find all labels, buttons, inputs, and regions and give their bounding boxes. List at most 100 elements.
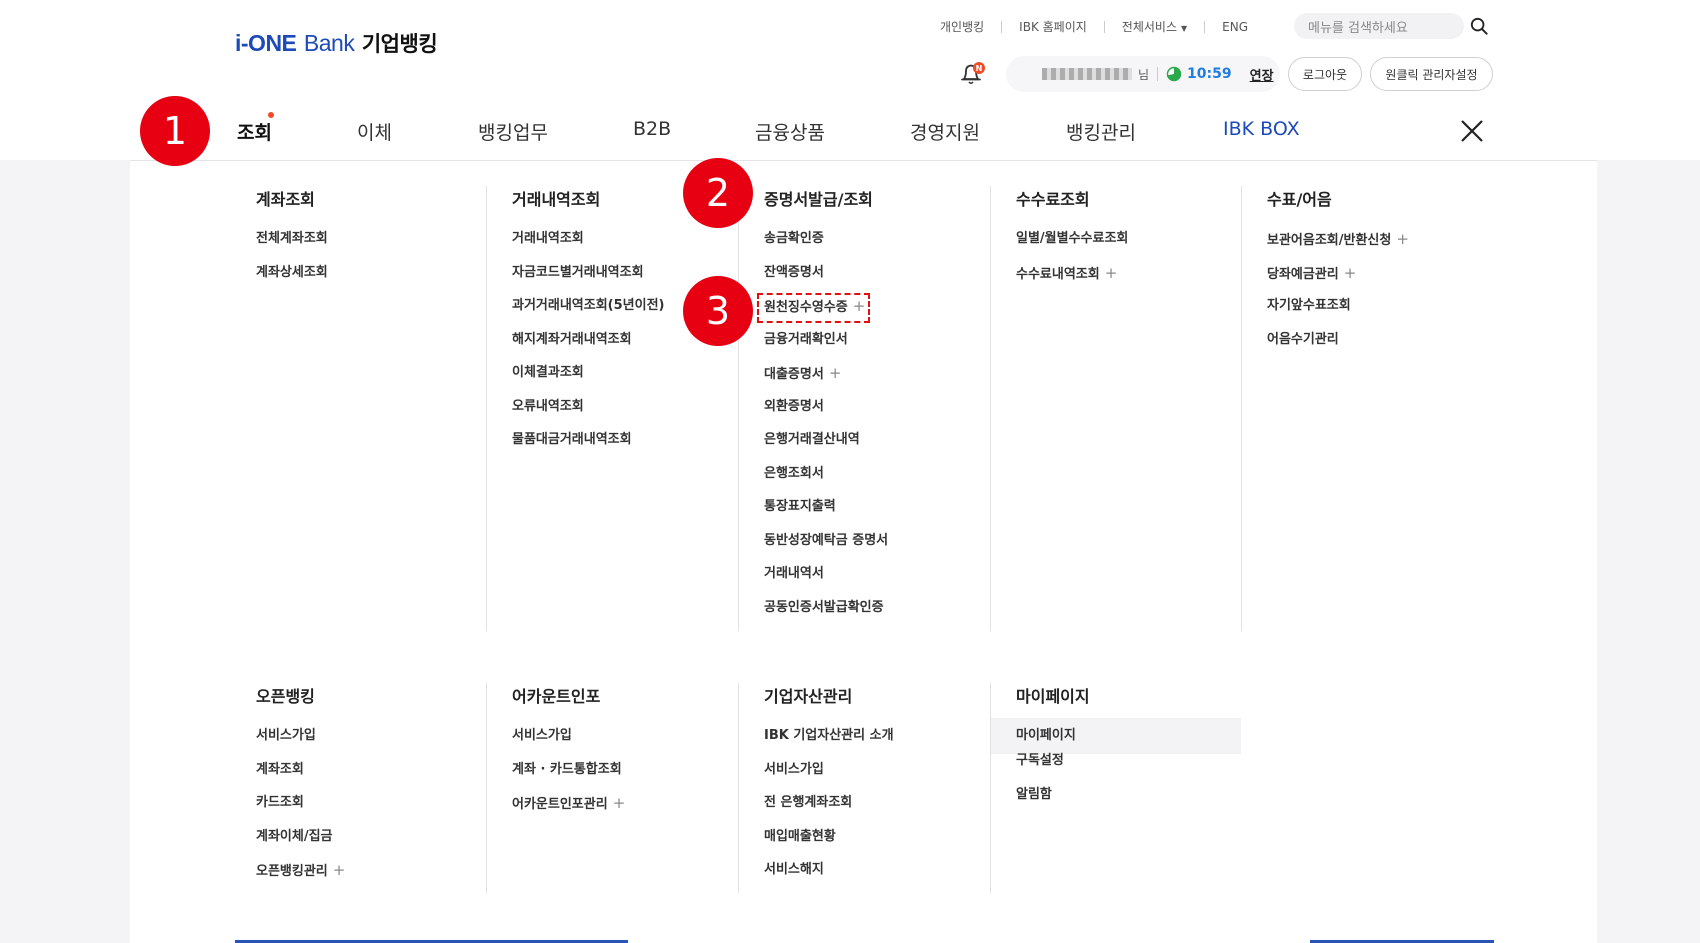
divider [1001, 20, 1003, 33]
menu-item[interactable]: 일별/월별수수료조회 [991, 230, 1241, 264]
extend-session-button[interactable]: 연장 [1250, 65, 1274, 84]
menu-item[interactable]: 전 은행계좌조회 [739, 794, 989, 828]
menu-item[interactable]: 어음수기관리 [1242, 331, 1492, 365]
menu-item[interactable]: 어카운트인포관리 + [487, 794, 737, 828]
close-icon[interactable] [1459, 118, 1485, 144]
menu-item[interactable]: 금융거래확인서 [739, 331, 989, 365]
ibk-logo[interactable]: i-ONE Bank 기업뱅킹 [235, 28, 438, 58]
gnb-ibk-box[interactable]: IBK BOX [1223, 118, 1300, 140]
menu-item[interactable]: 계좌 · 카드통합조회 [487, 761, 737, 795]
logo-ione: i-ONE [235, 30, 297, 56]
menu-item[interactable]: 계좌상세조회 [231, 264, 482, 298]
menu-col-transactions: 거래내역조회 거래내역조회 자금코드별거래내역조회 과거거래내역조회(5년이전)… [486, 186, 737, 631]
menu-item[interactable]: 송금확인증 [739, 230, 989, 264]
menu-item[interactable]: 거래내역서 [739, 565, 989, 599]
menu-item[interactable]: 구독설정 [991, 752, 1241, 786]
menu-item[interactable]: 물품대금거래내역조회 [487, 431, 737, 465]
menu-item[interactable]: 은행조회서 [739, 465, 989, 499]
gnb-banking[interactable]: 뱅킹업무 [478, 118, 548, 145]
menu-item-label: 오픈뱅킹관리 [256, 864, 328, 879]
menu-item[interactable]: 외환증명서 [739, 398, 989, 432]
expand-plus-icon: + [1343, 263, 1357, 282]
menu-col-checks: 수표/어음 보관어음조회/반환신청 + 당좌예금관리 + 자기앞수표조회 어음수기관… [1241, 186, 1492, 631]
caret-down-icon: ▼ [1181, 24, 1188, 33]
menu-item[interactable]: IBK 기업자산관리 소개 [739, 727, 989, 761]
menu-item[interactable]: 계좌조회 [231, 761, 482, 795]
menu-item[interactable]: 통장표지출력 [739, 498, 989, 532]
menu-item[interactable]: 당좌예금관리 + [1242, 264, 1492, 298]
gnb-products[interactable]: 금융상품 [755, 118, 825, 145]
menu-item-mypage[interactable]: 마이페이지 [991, 718, 1241, 754]
menu-item[interactable]: 서비스가입 [231, 727, 482, 761]
menu-item[interactable]: 매입매출현황 [739, 828, 989, 862]
step-marker-1: 1 [140, 96, 210, 166]
gnb-transfer[interactable]: 이체 [357, 118, 392, 145]
session-bar: 님 10:59 연장 [1006, 56, 1280, 92]
menu-col-openbanking: 오픈뱅킹 서비스가입 계좌조회 카드조회 계좌이체/집금 오픈뱅킹관리 + [231, 683, 482, 893]
divider [1103, 20, 1105, 33]
menu-title: 수수료조회 [1016, 190, 1090, 209]
gnb-inquiry[interactable]: 조회 [237, 118, 272, 145]
menu-item-label: 보관어음조회/반환신청 [1267, 233, 1392, 248]
gnb-banking-admin[interactable]: 뱅킹관리 [1066, 118, 1136, 145]
search-icon[interactable] [1470, 17, 1488, 35]
step-marker-2: 2 [683, 158, 753, 228]
util-personal-banking[interactable]: 개인뱅킹 [940, 18, 984, 35]
menu-item[interactable]: 자기앞수표조회 [1242, 297, 1492, 331]
menu-item[interactable]: 서비스가입 [487, 727, 737, 761]
highlight-box [757, 293, 870, 323]
user-name-masked [1042, 68, 1132, 80]
menu-item[interactable]: 대출증명서 + [739, 364, 989, 398]
menu-col-certificates: 증명서발급/조회 송금확인증 잔액증명서 원천징수영수증 + 금융거래확인서 대출… [738, 186, 989, 631]
menu-item[interactable]: 수수료내역조회 + [991, 264, 1241, 298]
logout-button[interactable]: 로그아웃 [1288, 57, 1362, 91]
gnb-b2b[interactable]: B2B [633, 118, 671, 140]
menu-item[interactable]: 이체결과조회 [487, 364, 737, 398]
menu-search-input[interactable]: 메뉴를 검색하세요 [1294, 13, 1464, 39]
menu-col-accountinfo: 어카운트인포 서비스가입 계좌 · 카드통합조회 어카운트인포관리 + [486, 683, 737, 893]
util-eng[interactable]: ENG [1222, 20, 1248, 34]
menu-item[interactable]: 계좌이체/집금 [231, 828, 482, 862]
notification-bell-icon[interactable]: N [958, 60, 986, 88]
admin-settings-button[interactable]: 원클릭 관리자설정 [1370, 57, 1493, 91]
menu-title: 어카운트인포 [512, 687, 601, 706]
menu-title: 마이페이지 [1016, 687, 1090, 706]
expand-plus-icon: + [612, 794, 626, 812]
menu-item[interactable]: 서비스해지 [739, 861, 989, 895]
step-marker-3: 3 [683, 276, 753, 346]
logo-kor: 기업뱅킹 [361, 32, 438, 56]
menu-item[interactable]: 거래내역조회 [487, 230, 737, 264]
util-all-services[interactable]: 전체서비스 ▼ [1122, 18, 1187, 35]
menu-title: 수표/어음 [1267, 190, 1332, 209]
session-timer: 10:59 [1187, 66, 1232, 82]
menu-title: 오픈뱅킹 [256, 687, 315, 706]
menu-title: 증명서발급/조회 [764, 190, 873, 209]
menu-item[interactable]: 카드조회 [231, 794, 482, 828]
menu-title: 계좌조회 [256, 190, 315, 209]
menu-title: 기업자산관리 [764, 687, 853, 706]
menu-item[interactable]: 오류내역조회 [487, 398, 737, 432]
menu-item[interactable]: 동반성장예탁금 증명서 [739, 532, 989, 566]
menu-item[interactable]: 잔액증명서 [739, 264, 989, 298]
menu-item-label: 대출증명서 [764, 367, 824, 382]
menu-col-fees: 수수료조회 일별/월별수수료조회 수수료내역조회 + [990, 186, 1241, 631]
menu-item[interactable]: 은행거래결산내역 [739, 431, 989, 465]
menu-item[interactable]: 서비스가입 [739, 761, 989, 795]
global-nav: 조회 이체 뱅킹업무 B2B 금융상품 경영지원 뱅킹관리 IBK BOX [0, 110, 1700, 160]
menu-item[interactable]: 보관어음조회/반환신청 + [1242, 230, 1492, 264]
divider [1204, 20, 1206, 33]
gnb-management[interactable]: 경영지원 [910, 118, 980, 145]
util-ibk-homepage[interactable]: IBK 홈페이지 [1019, 18, 1087, 35]
menu-item[interactable]: 알림함 [991, 786, 1241, 820]
expand-plus-icon: + [828, 364, 842, 382]
timer-icon [1166, 66, 1182, 82]
menu-item[interactable]: 전체계좌조회 [231, 230, 482, 264]
menu-item-label: 당좌예금관리 [1267, 266, 1339, 282]
menu-item[interactable]: 공동인증서발급확인증 [739, 599, 989, 633]
new-dot-indicator [268, 112, 274, 118]
menu-col-mypage: 마이페이지 마이페이지 구독설정 알림함 [990, 683, 1241, 893]
menu-col-account: 계좌조회 전체계좌조회 계좌상세조회 [231, 186, 482, 631]
expand-plus-icon: + [332, 861, 346, 879]
menu-item[interactable]: 오픈뱅킹관리 + [231, 861, 482, 895]
expand-plus-icon: + [1396, 230, 1409, 248]
